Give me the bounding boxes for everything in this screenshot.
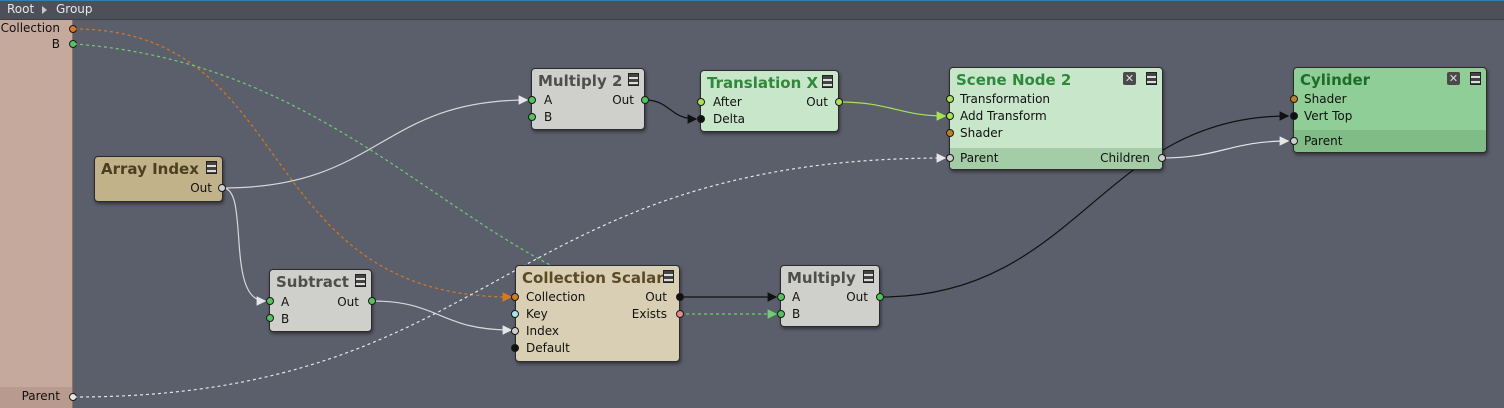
wire-arrayindex-multiply2 xyxy=(222,95,529,189)
node-menu-icon[interactable] xyxy=(1470,72,1481,85)
port-label-add-transform: Add Transform xyxy=(960,109,1047,123)
scenenode-children-port[interactable] xyxy=(1158,154,1166,162)
port-label-collection: Collection xyxy=(526,290,586,304)
port-label-shader: Shader xyxy=(960,126,1003,140)
port-label-parent: Parent xyxy=(960,151,999,165)
port-label-out: Out xyxy=(612,93,634,107)
node-title: Translation X xyxy=(707,74,819,92)
node-collection-scalar[interactable]: Collection Scalar Collection Key Index D… xyxy=(515,265,680,362)
port-label-a: A xyxy=(544,93,553,107)
colscalar-default-port[interactable] xyxy=(511,344,519,352)
colscalar-index-port[interactable] xyxy=(511,327,519,335)
port-label-shader: Shader xyxy=(1304,92,1347,106)
port-label-after: After xyxy=(713,95,742,109)
subtract-a-port[interactable] xyxy=(266,297,274,305)
cylinder-vert-top-port[interactable] xyxy=(1290,112,1298,120)
close-box-icon[interactable]: ✕ xyxy=(1123,72,1136,85)
port-label-a: A xyxy=(281,295,290,309)
scenenode-add-transform-port[interactable] xyxy=(946,112,954,120)
node-title: Multiply 2 xyxy=(538,72,623,90)
port-label-b: B xyxy=(281,312,290,326)
cylinder-shader-port[interactable] xyxy=(1290,95,1298,103)
wire-translation-scenenode xyxy=(838,101,947,121)
node-menu-icon[interactable] xyxy=(822,75,833,88)
node-menu-icon[interactable] xyxy=(1146,72,1157,85)
scenenode-parent-port[interactable] xyxy=(946,154,954,162)
multiply-out-port[interactable] xyxy=(876,293,884,301)
port-label-vert-top: Vert Top xyxy=(1304,109,1353,123)
port-label-out: Out xyxy=(806,95,828,109)
cylinder-parent-port[interactable] xyxy=(1290,137,1298,145)
wire-subtract-colscalar xyxy=(371,300,513,335)
translation-out-port[interactable] xyxy=(835,98,843,106)
port-label-out: Out xyxy=(190,181,212,195)
port-label-a: A xyxy=(792,290,801,304)
multiply-a-port[interactable] xyxy=(777,293,785,301)
port-label-delta: Delta xyxy=(713,112,746,126)
subtract-out-port[interactable] xyxy=(368,297,376,305)
node-title: Cylinder xyxy=(1300,71,1371,89)
colscalar-out-port[interactable] xyxy=(676,293,684,301)
multiply2-a-port[interactable] xyxy=(528,96,536,104)
scenenode-transformation-port[interactable] xyxy=(946,95,954,103)
port-label-b: B xyxy=(792,307,801,321)
node-title: Collection Scalar xyxy=(522,269,664,287)
node-title: Subtract xyxy=(276,273,349,291)
node-translation-x[interactable]: Translation X After Delta Out xyxy=(700,70,839,132)
port-label-children: Children xyxy=(1100,151,1150,165)
port-label-key: Key xyxy=(526,307,548,321)
node-title: Scene Node 2 xyxy=(956,71,1072,89)
scenenode-shader-port[interactable] xyxy=(946,129,954,137)
multiply2-out-port[interactable] xyxy=(641,96,649,104)
port-label-default: Default xyxy=(526,341,570,355)
wire-arrayindex-subtract xyxy=(222,187,267,306)
colscalar-collection-port[interactable] xyxy=(511,293,519,301)
wire-scenenode-cylinder xyxy=(1161,136,1290,159)
connection-wires xyxy=(73,28,1290,398)
node-menu-icon[interactable] xyxy=(206,161,217,174)
node-multiply-2[interactable]: Multiply 2 A B Out xyxy=(531,68,645,130)
translation-after-port[interactable] xyxy=(697,98,705,106)
node-cylinder[interactable]: Cylinder ✕ Shader Vert Top Parent xyxy=(1293,67,1487,153)
array-index-out-port[interactable] xyxy=(218,184,226,192)
close-box-icon[interactable]: ✕ xyxy=(1447,72,1460,85)
node-menu-icon[interactable] xyxy=(663,270,674,283)
node-multiply[interactable]: Multiply A B Out xyxy=(780,265,880,327)
subtract-b-port[interactable] xyxy=(266,314,274,322)
node-subtract[interactable]: Subtract A B Out xyxy=(269,269,372,332)
port-label-out: Out xyxy=(846,290,868,304)
colscalar-exists-port[interactable] xyxy=(676,310,684,318)
port-label-out: Out xyxy=(645,290,667,304)
multiply-b-port[interactable] xyxy=(777,310,785,318)
node-scene-node-2[interactable]: Scene Node 2 ✕ Transformation Add Transf… xyxy=(949,67,1163,170)
port-label-b: B xyxy=(544,110,553,124)
port-label-index: Index xyxy=(526,324,560,338)
multiply2-b-port[interactable] xyxy=(528,113,536,121)
node-menu-icon[interactable] xyxy=(355,274,366,287)
port-label-out: Out xyxy=(337,295,359,309)
port-label-exists: Exists xyxy=(631,307,667,321)
port-label-transformation: Transformation xyxy=(960,92,1051,106)
node-title: Multiply xyxy=(787,269,856,287)
port-label-parent: Parent xyxy=(1304,134,1343,148)
node-title: Array Index xyxy=(101,160,199,178)
node-array-index[interactable]: Array Index Out xyxy=(94,156,223,202)
node-menu-icon[interactable] xyxy=(863,270,874,283)
translation-delta-port[interactable] xyxy=(697,115,705,123)
colscalar-key-port[interactable] xyxy=(511,310,519,318)
wire-multiply2-translation xyxy=(644,99,698,124)
node-menu-icon[interactable] xyxy=(628,73,639,86)
